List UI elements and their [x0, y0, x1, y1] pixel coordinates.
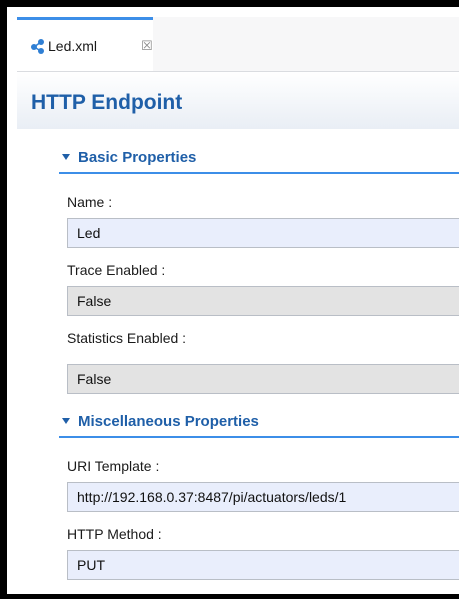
- statistics-enabled-field[interactable]: False: [67, 364, 459, 394]
- uri-template-field[interactable]: http://192.168.0.37:8487/pi/actuators/le…: [67, 482, 459, 512]
- trace-enabled-label: Trace Enabled :: [67, 262, 166, 278]
- trace-enabled-field[interactable]: False: [67, 286, 459, 316]
- tab-led-xml[interactable]: Led.xml ☒: [17, 17, 153, 71]
- tab-strip-background: [153, 17, 459, 71]
- section-divider: [59, 436, 459, 438]
- name-label: Name :: [67, 194, 113, 210]
- close-icon[interactable]: ☒: [141, 38, 153, 54]
- section-title: Miscellaneous Properties: [78, 413, 259, 430]
- chevron-down-icon: [62, 418, 70, 424]
- editor-window: Led.xml ☒ HTTP Endpoint Basic Properties…: [7, 7, 459, 594]
- tab-bar: Led.xml ☒: [7, 7, 459, 71]
- http-method-label: HTTP Method :: [67, 526, 162, 542]
- http-method-field[interactable]: PUT: [67, 550, 459, 580]
- section-divider: [59, 172, 459, 174]
- section-miscellaneous-properties[interactable]: Miscellaneous Properties: [59, 407, 459, 438]
- tab-label: Led.xml: [48, 38, 98, 54]
- editor-header: HTTP Endpoint: [17, 72, 459, 129]
- name-field[interactable]: Led: [67, 218, 459, 248]
- chevron-down-icon: [62, 154, 70, 160]
- section-title: Basic Properties: [78, 149, 197, 166]
- statistics-enabled-label: Statistics Enabled :: [67, 330, 187, 346]
- uri-template-label: URI Template :: [67, 458, 160, 474]
- page-title: HTTP Endpoint: [31, 91, 183, 114]
- xml-config-icon: [30, 38, 46, 54]
- section-basic-properties[interactable]: Basic Properties: [59, 143, 459, 174]
